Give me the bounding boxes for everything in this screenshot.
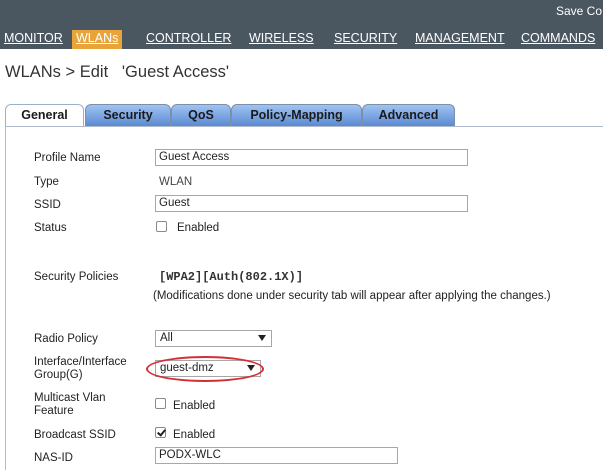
nav-commands[interactable]: COMMANDS xyxy=(521,30,595,47)
multicast-vlan-enabled-checkbox[interactable] xyxy=(155,398,166,409)
nav-wlans[interactable]: WLANs xyxy=(72,30,123,49)
main-menu: MONITOR WLANs CONTROLLER WIRELESS SECURI… xyxy=(0,30,603,49)
nav-security[interactable]: SECURITY xyxy=(334,30,397,47)
interface-group-select[interactable]: guest-dmz xyxy=(155,360,261,377)
nav-management[interactable]: MANAGEMENT xyxy=(415,30,505,47)
broadcast-ssid-label: Broadcast SSID xyxy=(34,429,116,441)
profile-name-input[interactable]: Guest Access xyxy=(155,149,468,166)
interface-group-label-line2: Group(G) xyxy=(34,369,83,381)
type-value: WLAN xyxy=(159,176,193,188)
status-enabled-checkbox[interactable] xyxy=(156,221,167,232)
broadcast-ssid-enabled-checkbox[interactable] xyxy=(155,427,166,438)
nav-wireless[interactable]: WIRELESS xyxy=(249,30,314,47)
security-policies-note: (Modifications done under security tab w… xyxy=(153,290,551,302)
profile-name-label: Profile Name xyxy=(34,152,101,164)
radio-policy-select[interactable]: All xyxy=(155,330,272,347)
interface-group-label-line1: Interface/Interface xyxy=(34,356,127,368)
status-label: Status xyxy=(34,222,67,234)
multicast-vlan-label-line2: Feature xyxy=(34,405,74,417)
type-label: Type xyxy=(34,176,59,188)
tab-policy-mapping[interactable]: Policy-Mapping xyxy=(231,104,362,126)
broadcast-ssid-enabled-label: Enabled xyxy=(173,429,216,441)
tab-advanced[interactable]: Advanced xyxy=(362,104,455,126)
wlan-edit-page: Save Co MONITOR WLANs CONTROLLER WIRELES… xyxy=(0,0,603,470)
tab-general[interactable]: General xyxy=(5,104,84,127)
status-enabled-label: Enabled xyxy=(177,222,220,234)
multicast-vlan-enabled-label: Enabled xyxy=(173,400,216,412)
tab-security[interactable]: Security xyxy=(85,104,171,126)
chevron-down-icon xyxy=(258,335,266,341)
nas-id-label: NAS-ID xyxy=(34,452,73,464)
multicast-vlan-label-line1: Multicast Vlan xyxy=(34,392,106,404)
page-title: WLANs > Edit 'Guest Access' xyxy=(5,63,230,81)
security-policies-label: Security Policies xyxy=(34,271,119,283)
nav-controller[interactable]: CONTROLLER xyxy=(146,30,231,47)
radio-policy-label: Radio Policy xyxy=(34,333,98,345)
top-navigation-bar: Save Co MONITOR WLANs CONTROLLER WIRELES… xyxy=(0,0,603,49)
nav-monitor[interactable]: MONITOR xyxy=(4,30,63,47)
interface-group-value: guest-dmz xyxy=(160,362,214,374)
security-policies-value: [WPA2][Auth(802.1X)] xyxy=(159,270,304,284)
nas-id-input[interactable]: PODX-WLC xyxy=(155,447,398,464)
radio-policy-value: All xyxy=(160,332,173,344)
chevron-down-icon xyxy=(247,365,255,371)
tab-qos[interactable]: QoS xyxy=(171,104,231,126)
ssid-input[interactable]: Guest xyxy=(155,195,468,212)
save-configuration-link[interactable]: Save Co xyxy=(556,4,602,18)
ssid-label: SSID xyxy=(34,199,61,211)
